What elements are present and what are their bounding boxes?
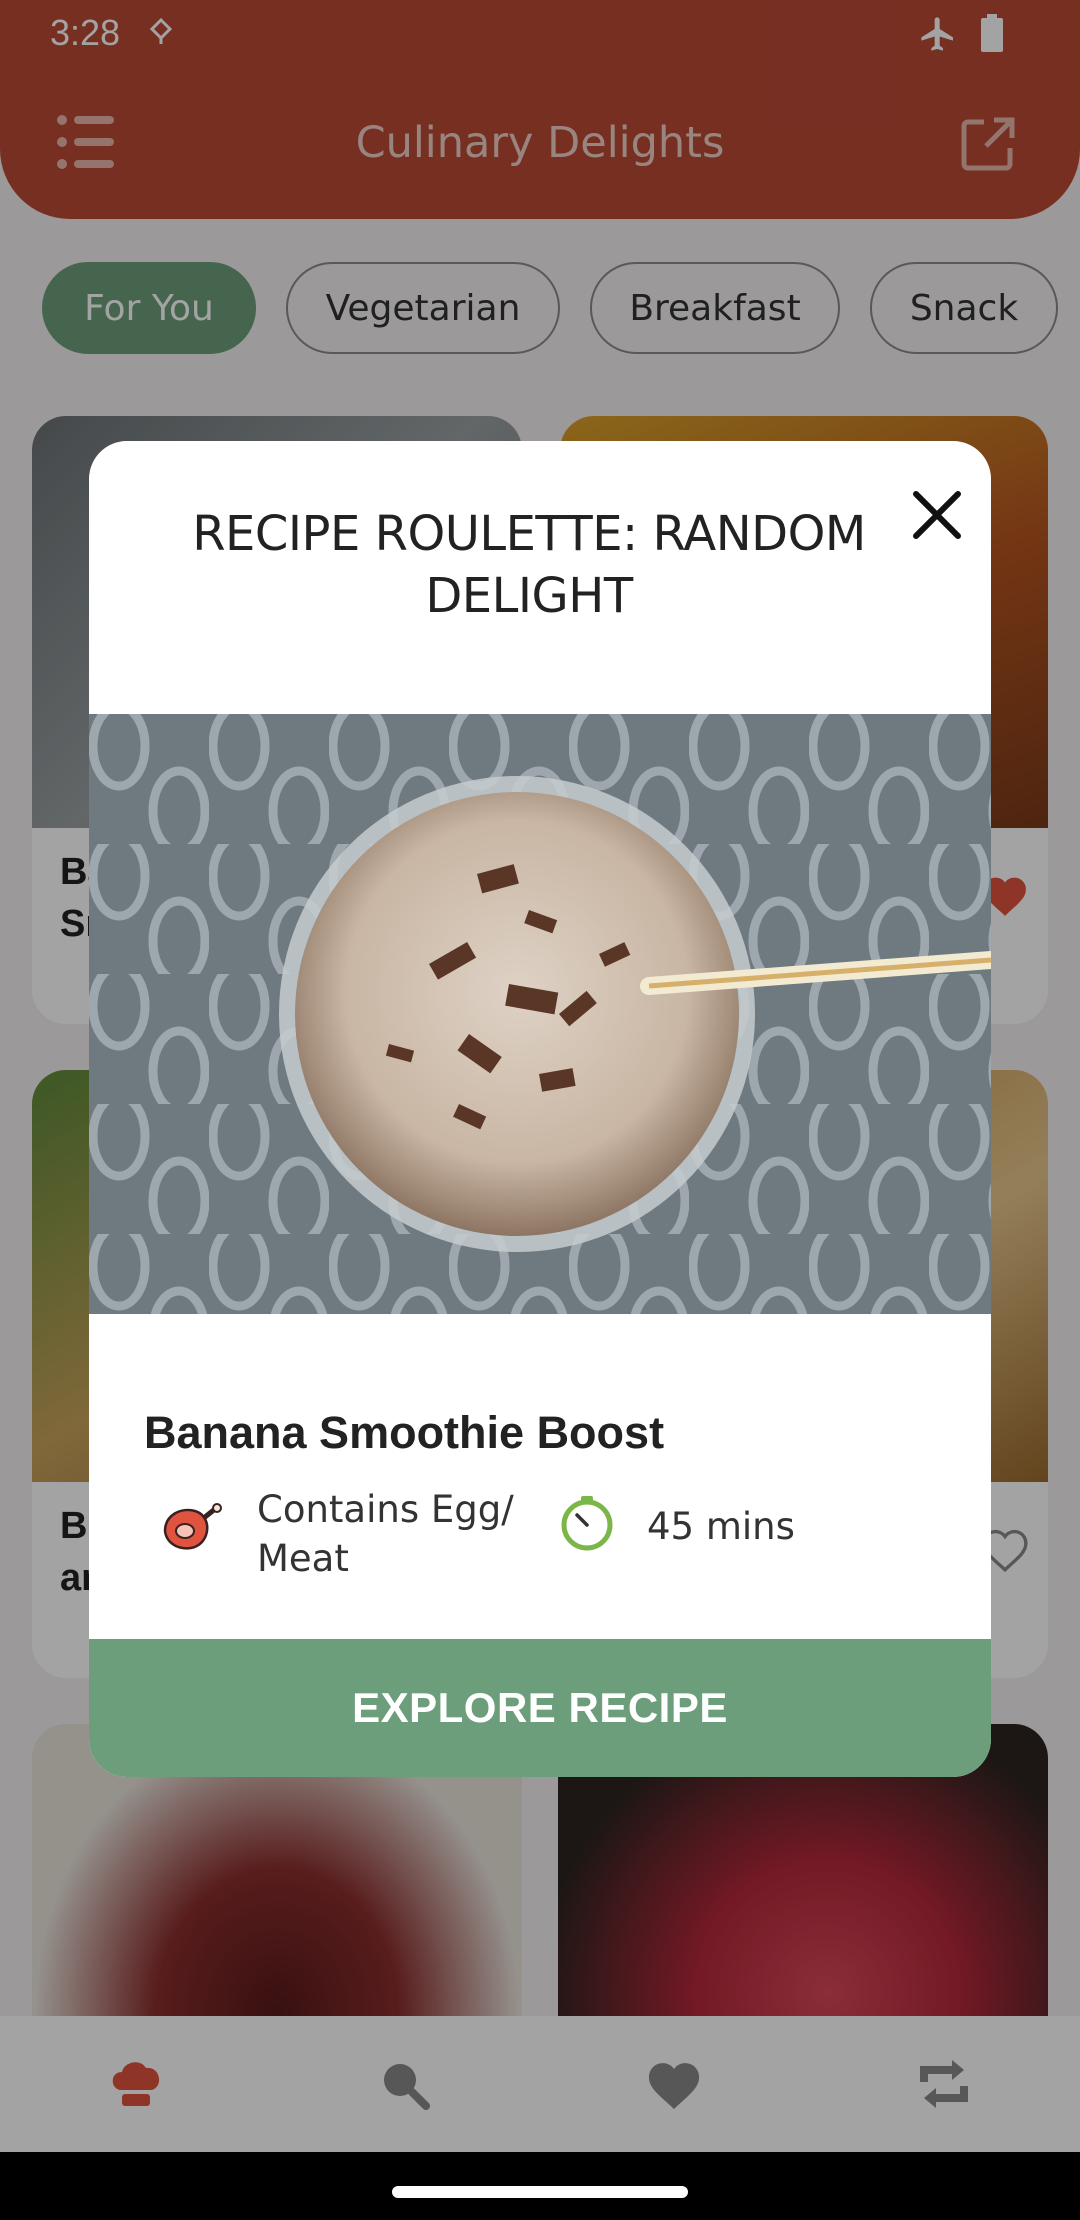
meat-icon bbox=[163, 1503, 222, 1550]
cook-time-label: 45 mins bbox=[647, 1505, 795, 1548]
home-gesture-pill[interactable] bbox=[392, 2186, 688, 2198]
explore-recipe-button[interactable]: EXPLORE RECIPE bbox=[89, 1639, 991, 1777]
recipe-name: Banana Smoothie Boost bbox=[144, 1407, 665, 1458]
diet-label: Contains Egg/ Meat bbox=[257, 1488, 514, 1580]
dialog-title: RECIPE ROULETTE: RANDOM DELIGHT bbox=[192, 506, 866, 624]
close-icon bbox=[913, 491, 961, 539]
recipe-roulette-dialog: RECIPE ROULETTE: RANDOM DELIGHT Banana S… bbox=[89, 441, 991, 1777]
close-button[interactable] bbox=[899, 477, 975, 553]
timer-icon bbox=[561, 1496, 613, 1551]
recipe-photo bbox=[89, 714, 991, 1314]
